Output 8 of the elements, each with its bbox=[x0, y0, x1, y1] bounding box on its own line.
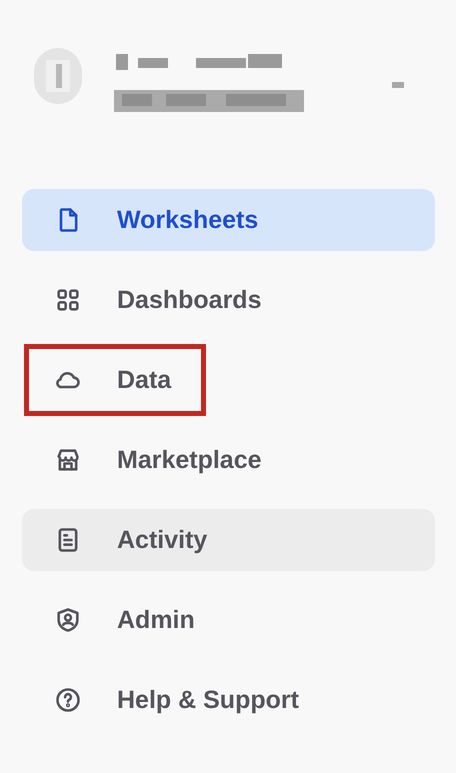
nav-item[interactable]: Worksheets bbox=[22, 189, 435, 251]
nav-item[interactable]: Marketplace bbox=[22, 429, 435, 491]
nav-item[interactable]: Dashboards bbox=[22, 269, 435, 331]
nav-item[interactable]: Data bbox=[22, 349, 435, 411]
nav-item[interactable]: Help & Support bbox=[22, 669, 435, 731]
help-icon bbox=[54, 686, 82, 714]
nav-item[interactable]: Activity bbox=[22, 509, 435, 571]
nav-item[interactable]: Admin bbox=[22, 589, 435, 651]
